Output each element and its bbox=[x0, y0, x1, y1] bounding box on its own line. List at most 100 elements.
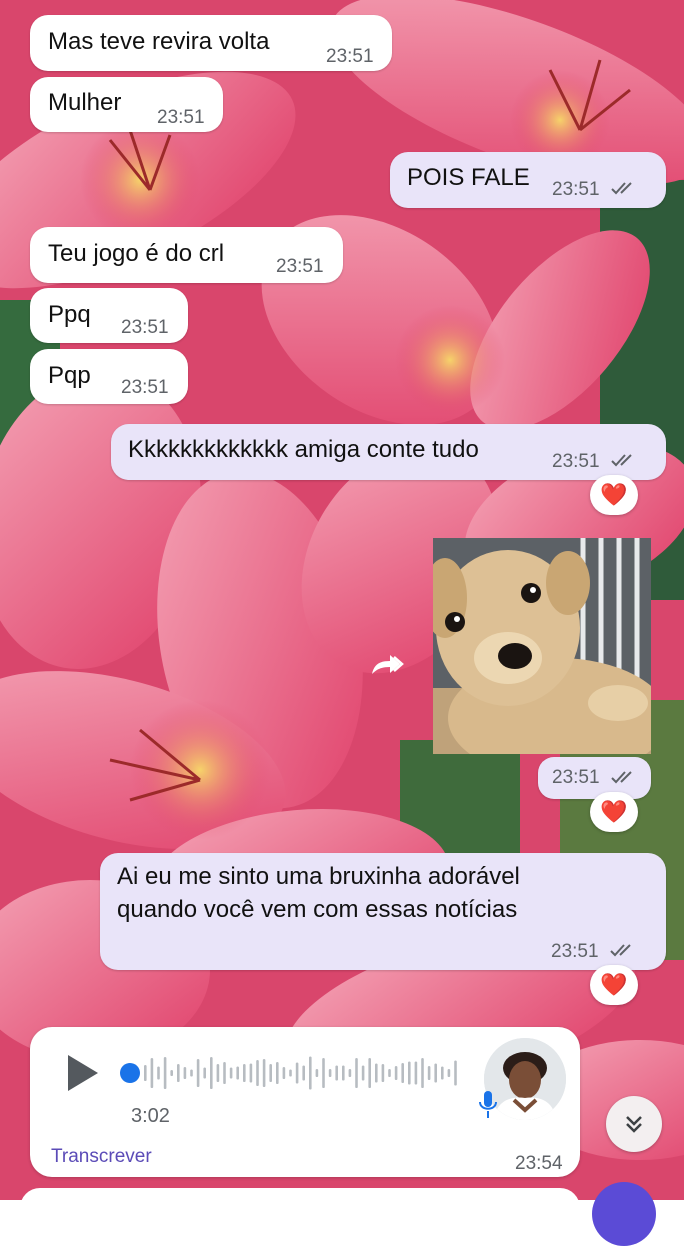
message-bubble-incoming[interactable]: Mas teve revira volta 23:51 bbox=[30, 15, 392, 71]
waveform-bar bbox=[196, 1059, 200, 1087]
heart-reaction[interactable]: ❤️ bbox=[590, 792, 638, 832]
waveform-bar bbox=[401, 1063, 404, 1083]
waveform-bar bbox=[368, 1058, 371, 1088]
waveform-bar bbox=[276, 1062, 279, 1084]
waveform-bar bbox=[190, 1069, 193, 1077]
double-check-icon bbox=[610, 944, 631, 957]
send-button[interactable] bbox=[592, 1182, 656, 1246]
heart-icon: ❤️ bbox=[600, 799, 628, 824]
message-input-bar[interactable] bbox=[20, 1188, 580, 1228]
message-timestamp: 23:51 bbox=[552, 767, 600, 788]
double-check-icon bbox=[611, 182, 632, 195]
message-text: POIS FALE bbox=[407, 164, 530, 191]
message-text: Ppq bbox=[48, 301, 91, 328]
waveform-bar bbox=[236, 1066, 239, 1080]
waveform-bar bbox=[170, 1070, 173, 1076]
waveform-bar bbox=[256, 1060, 259, 1086]
waveform-bar bbox=[269, 1064, 272, 1082]
waveform-bar bbox=[434, 1063, 437, 1083]
scroll-to-bottom-button[interactable] bbox=[606, 1096, 662, 1152]
message-timestamp: 23:51 bbox=[157, 107, 205, 128]
message-bubble-incoming[interactable]: Pqp 23:51 bbox=[30, 349, 188, 404]
message-bubble-outgoing[interactable]: Kkkkkkkkkkkkk amiga conte tudo 23:51 bbox=[111, 424, 666, 480]
message-bubble-outgoing[interactable]: POIS FALE 23:51 bbox=[390, 152, 666, 208]
waveform-bar bbox=[163, 1057, 167, 1089]
message-bubble-incoming[interactable]: Teu jogo é do crl 23:51 bbox=[30, 227, 343, 283]
mic-icon bbox=[479, 1091, 497, 1118]
waveform-bar bbox=[414, 1061, 418, 1085]
double-chevron-down-icon bbox=[626, 1116, 642, 1133]
heart-icon: ❤️ bbox=[600, 972, 628, 997]
waveform-bar bbox=[447, 1069, 451, 1077]
double-check-icon bbox=[611, 771, 632, 784]
message-timestamp: 23:51 bbox=[552, 451, 600, 472]
waveform-bar bbox=[355, 1058, 358, 1088]
waveform-bar bbox=[243, 1064, 246, 1082]
waveform-bar bbox=[150, 1058, 154, 1088]
message-text: Mulher bbox=[48, 89, 122, 116]
waveform-bar bbox=[216, 1064, 220, 1082]
waveform-bar bbox=[408, 1061, 411, 1085]
waveform-bar bbox=[262, 1059, 266, 1087]
waveform-bar bbox=[388, 1069, 391, 1077]
waveform-bar bbox=[210, 1057, 213, 1089]
photo-timestamp-pill: 23:51 bbox=[538, 757, 651, 799]
waveform-bar bbox=[289, 1069, 292, 1077]
waveform-bar bbox=[335, 1065, 338, 1081]
message-bubble-incoming[interactable]: Mulher 23:51 bbox=[30, 77, 223, 132]
waveform-bar bbox=[282, 1067, 286, 1079]
voice-waveform[interactable] bbox=[144, 1047, 464, 1099]
heart-icon: ❤️ bbox=[600, 482, 628, 507]
waveform-bar bbox=[454, 1060, 457, 1086]
message-text-line: Ai eu me sinto uma bruxinha adorável bbox=[117, 863, 520, 890]
message-text: Teu jogo é do crl bbox=[48, 240, 225, 267]
message-bubble-outgoing[interactable]: Ai eu me sinto uma bruxinha adorável qua… bbox=[100, 853, 666, 970]
waveform-bar bbox=[328, 1069, 332, 1077]
message-timestamp: 23:51 bbox=[551, 941, 599, 962]
voice-progress-knob[interactable] bbox=[120, 1063, 140, 1083]
voice-duration: 3:02 bbox=[131, 1105, 170, 1127]
message-timestamp: 23:51 bbox=[552, 179, 600, 200]
waveform-bar bbox=[342, 1065, 345, 1081]
message-bubble-incoming[interactable]: Ppq 23:51 bbox=[30, 288, 188, 343]
message-text: Pqp bbox=[48, 362, 91, 389]
message-text: Kkkkkkkkkkkkk amiga conte tudo bbox=[128, 436, 479, 463]
waveform-bar bbox=[223, 1062, 226, 1084]
play-icon bbox=[68, 1055, 98, 1091]
waveform-bar bbox=[394, 1066, 398, 1080]
heart-reaction[interactable]: ❤️ bbox=[590, 475, 638, 515]
waveform-bar bbox=[157, 1066, 160, 1080]
play-button[interactable] bbox=[60, 1051, 102, 1095]
puppy-photo bbox=[433, 538, 651, 754]
waveform-bar bbox=[229, 1067, 233, 1079]
waveform-bar bbox=[441, 1066, 444, 1080]
photo-message[interactable] bbox=[433, 538, 651, 754]
waveform-bar bbox=[322, 1058, 325, 1088]
waveform-bar bbox=[375, 1063, 378, 1083]
waveform-bar bbox=[183, 1067, 187, 1079]
waveform-bar bbox=[249, 1063, 253, 1083]
waveform-bar bbox=[348, 1069, 352, 1077]
waveform-bar bbox=[309, 1056, 312, 1090]
double-check-icon bbox=[611, 454, 632, 467]
message-timestamp: 23:51 bbox=[121, 377, 169, 398]
waveform-bar bbox=[315, 1069, 319, 1077]
forward-button[interactable] bbox=[366, 646, 408, 686]
message-text-line: quando você vem com essas notícias bbox=[117, 896, 518, 923]
heart-reaction[interactable]: ❤️ bbox=[590, 965, 638, 1005]
message-timestamp: 23:51 bbox=[276, 256, 324, 277]
waveform-bar bbox=[361, 1065, 365, 1081]
waveform-bar bbox=[144, 1065, 147, 1081]
message-timestamp: 23:51 bbox=[121, 317, 169, 338]
waveform-bar bbox=[295, 1062, 299, 1084]
message-text: Mas teve revira volta bbox=[48, 28, 270, 55]
transcribe-link[interactable]: Transcrever bbox=[51, 1146, 152, 1168]
waveform-bar bbox=[427, 1066, 431, 1080]
message-timestamp: 23:54 bbox=[515, 1153, 563, 1174]
waveform-bar bbox=[381, 1064, 385, 1082]
waveform-bar bbox=[177, 1064, 180, 1082]
message-timestamp: 23:51 bbox=[326, 46, 374, 67]
waveform-bar bbox=[421, 1058, 424, 1088]
forward-icon bbox=[372, 655, 404, 674]
waveform-bar bbox=[203, 1067, 206, 1079]
